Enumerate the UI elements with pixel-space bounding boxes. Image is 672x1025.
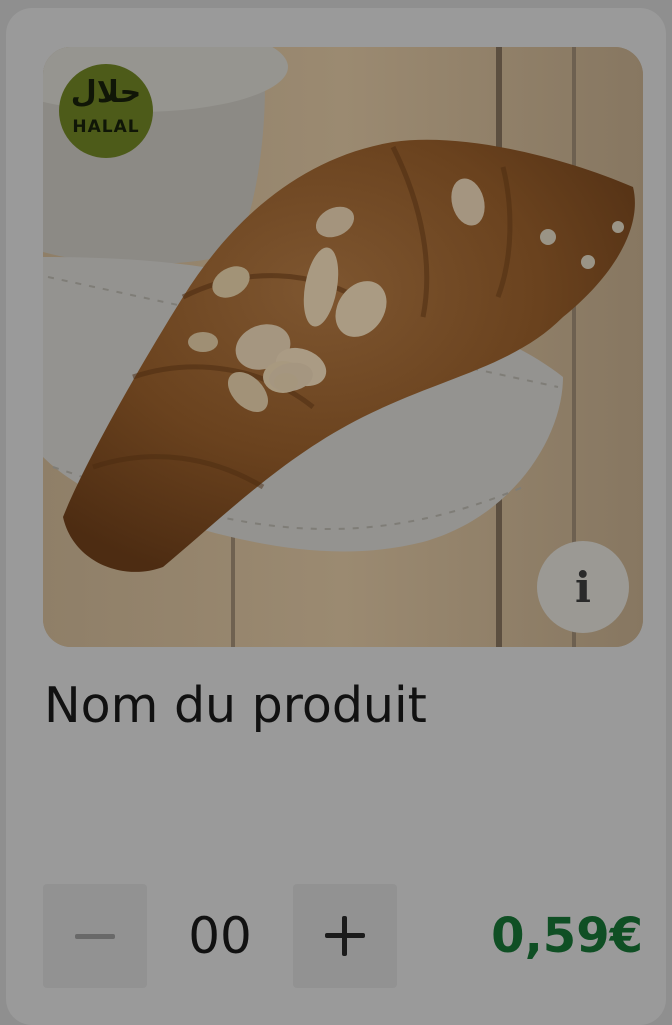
plus-icon	[325, 916, 365, 956]
info-icon: i	[575, 562, 591, 612]
halal-badge-label: HALAL	[72, 117, 140, 137]
product-price: 0,59€	[491, 908, 643, 964]
halal-badge-arabic: حلال	[70, 75, 142, 110]
product-image: حلال HALAL i	[43, 47, 643, 647]
halal-badge: حلال HALAL	[59, 64, 153, 158]
product-card: حلال HALAL i Nom du produit 00 0,59€	[6, 8, 666, 1025]
quantity-value: 00	[188, 907, 252, 965]
quantity-controls: 00 0,59€	[43, 884, 643, 988]
decrease-quantity-button[interactable]	[43, 884, 147, 988]
increase-quantity-button[interactable]	[293, 884, 397, 988]
minus-icon	[75, 934, 115, 939]
product-name: Nom du produit	[44, 677, 427, 734]
info-button[interactable]: i	[537, 541, 629, 633]
